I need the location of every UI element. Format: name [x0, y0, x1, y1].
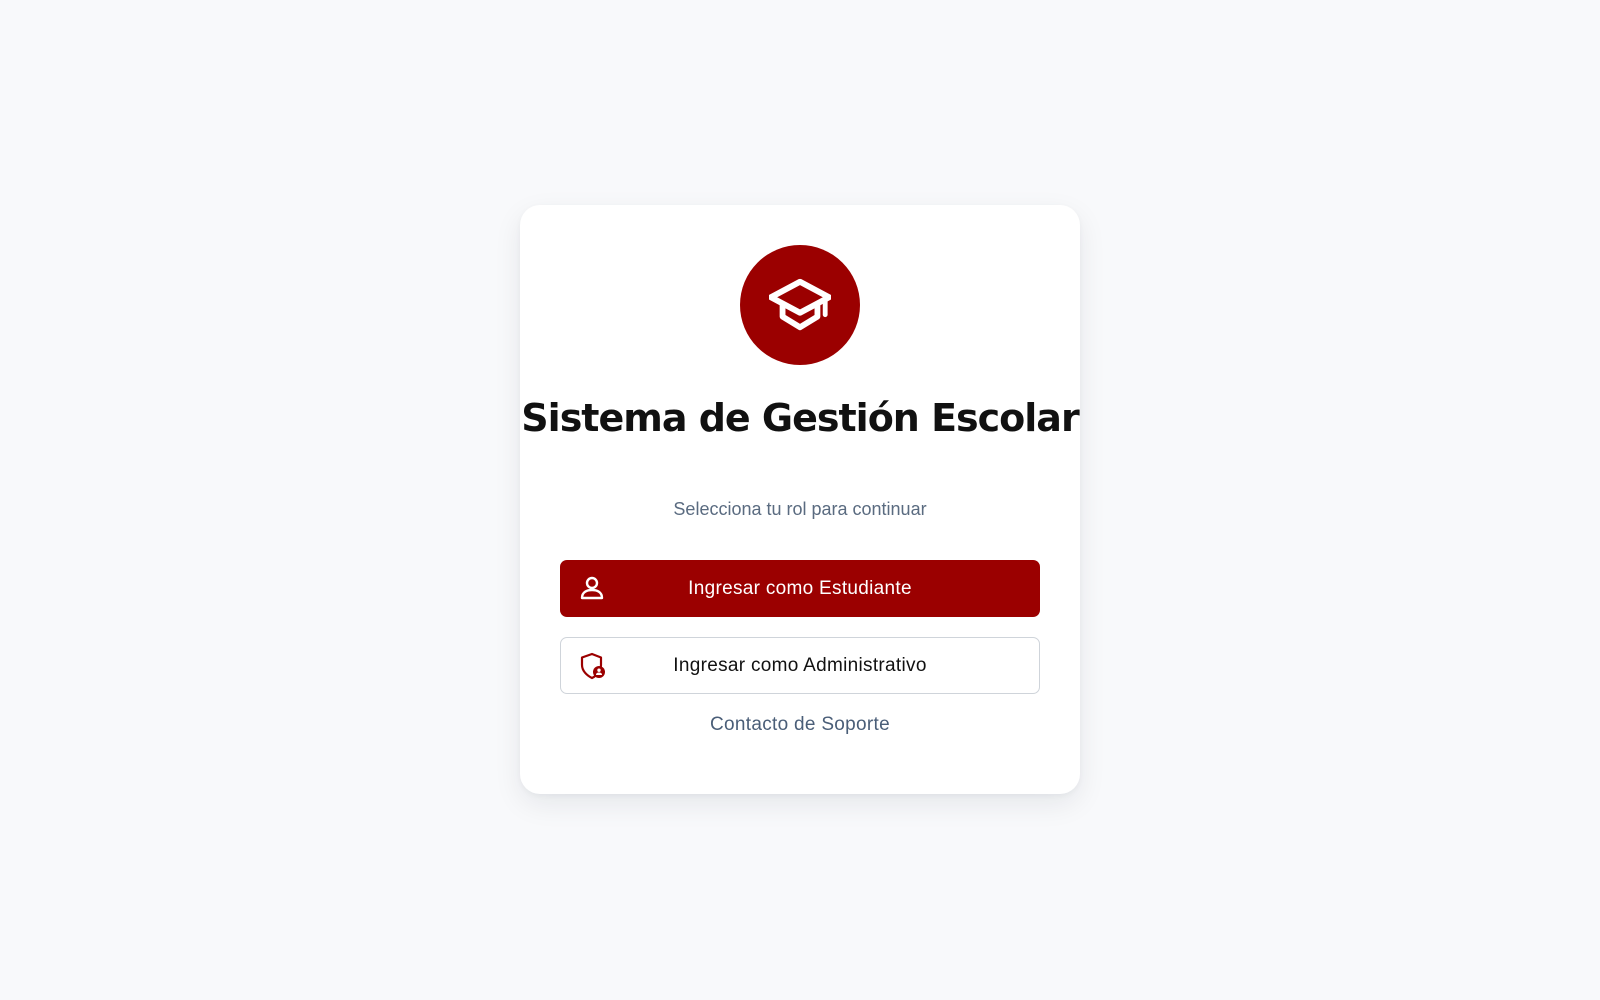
admin-login-button[interactable]: Ingresar como Administrativo — [560, 637, 1040, 694]
graduation-cap-icon — [769, 278, 831, 331]
student-login-label: Ingresar como Estudiante — [688, 577, 912, 599]
role-selection-card: Sistema de Gestión Escolar Selecciona tu… — [520, 205, 1080, 794]
shield-user-icon — [579, 652, 607, 680]
login-page: Sistema de Gestión Escolar Selecciona tu… — [0, 0, 1600, 1000]
student-login-button[interactable]: Ingresar como Estudiante — [560, 560, 1040, 617]
app-logo — [740, 245, 860, 365]
support-contact-link[interactable]: Contacto de Soporte — [520, 712, 1080, 738]
user-icon — [578, 574, 606, 602]
page-title: Sistema de Gestión Escolar — [521, 396, 1079, 440]
admin-login-label: Ingresar como Administrativo — [673, 654, 927, 676]
page-subtitle: Selecciona tu rol para continuar — [673, 499, 927, 519]
